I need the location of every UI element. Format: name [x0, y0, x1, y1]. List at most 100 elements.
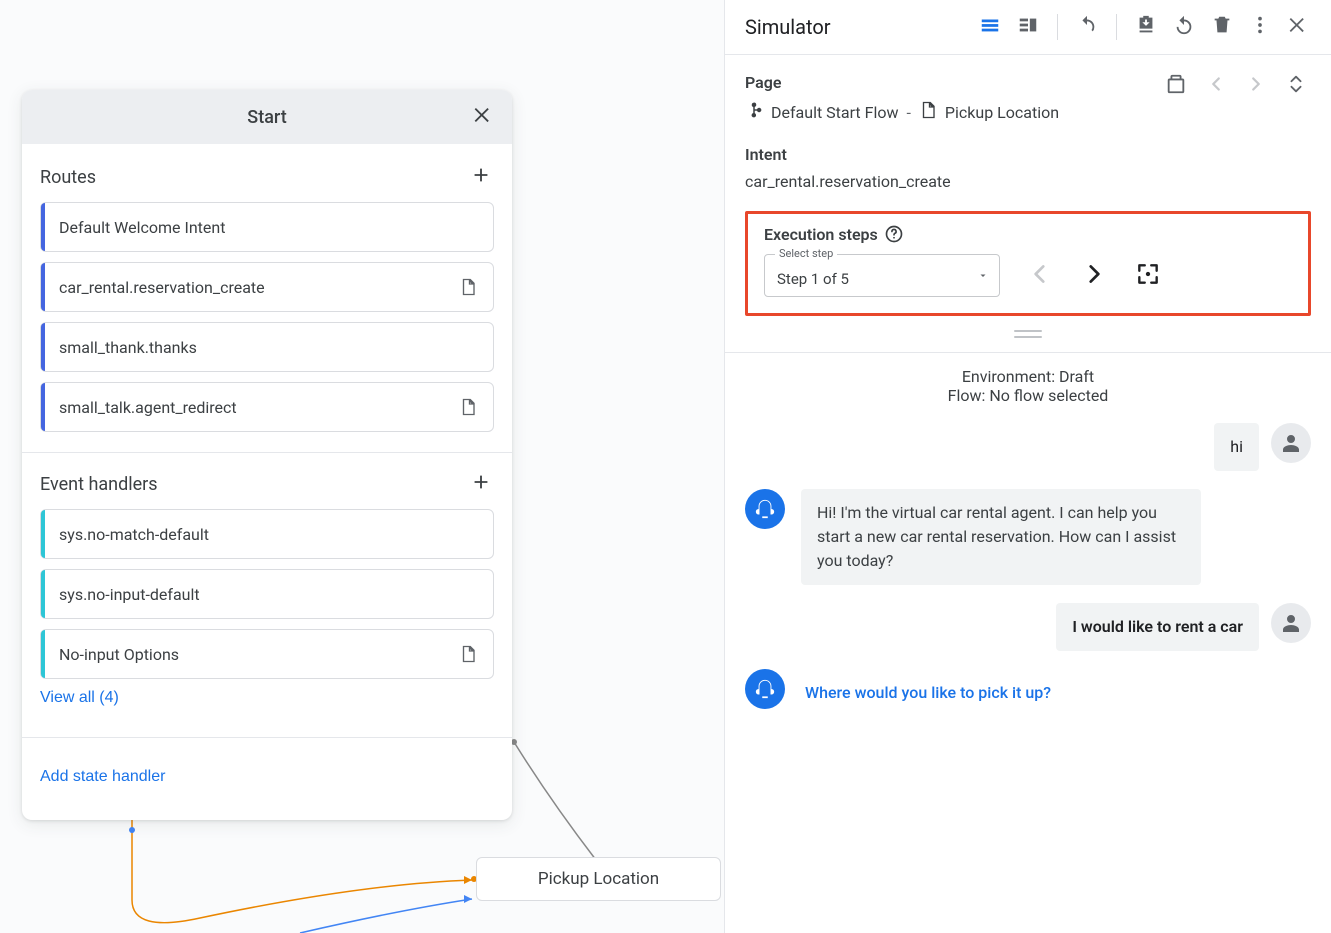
start-node-header: Start [22, 90, 512, 144]
clipboard-icon [1165, 73, 1187, 99]
section-divider [22, 737, 512, 738]
start-node-title: Start [247, 107, 286, 128]
pickup-location-node[interactable]: Pickup Location [476, 857, 721, 901]
breadcrumb-separator: - [907, 103, 911, 122]
route-label: Default Welcome Intent [59, 218, 479, 237]
route-row[interactable]: small_thank.thanks [40, 322, 494, 372]
page-next-button[interactable] [1241, 71, 1271, 101]
plus-icon [470, 164, 492, 190]
user-message-bubble: I would like to rent a car [1056, 603, 1259, 651]
step-next-button[interactable] [1078, 260, 1110, 292]
chat-message-row: Hi! I'm the virtual car rental agent. I … [745, 489, 1311, 585]
row-stripe [41, 263, 45, 311]
agent-avatar [745, 669, 785, 709]
event-handler-row[interactable]: No-input Options [40, 629, 494, 679]
routes-section-header: Routes [40, 156, 494, 202]
reset-icon [1173, 14, 1195, 40]
route-row[interactable]: Default Welcome Intent [40, 202, 494, 252]
row-stripe [41, 383, 45, 431]
flow-line: Flow: No flow selected [745, 386, 1311, 405]
compact-view-icon [1017, 14, 1039, 40]
chat-message-row: Where would you like to pick it up? [745, 669, 1311, 717]
route-label: small_talk.agent_redirect [59, 398, 449, 417]
page-icon [457, 276, 479, 298]
download-button[interactable] [1129, 10, 1163, 44]
row-stripe [41, 570, 45, 618]
help-icon[interactable] [884, 224, 904, 244]
reset-button[interactable] [1167, 10, 1201, 44]
event-handler-row[interactable]: sys.no-match-default [40, 509, 494, 559]
event-handlers-list: sys.no-match-default sys.no-input-default… [40, 509, 494, 679]
undo-icon [1076, 14, 1098, 40]
more-vert-icon [1249, 14, 1271, 40]
view-all-handlers-button[interactable]: View all (4) [40, 679, 119, 717]
collapse-button[interactable] [1281, 71, 1311, 101]
dense-lines-icon [979, 14, 1001, 40]
breadcrumb-flow: Default Start Flow [771, 103, 899, 122]
simulator-chat: Environment: Draft Flow: No flow selecte… [725, 352, 1331, 933]
flow-canvas[interactable]: Start Routes Default Welc [0, 0, 724, 933]
simulator-panel: Simulator [724, 0, 1331, 933]
select-step-value: Step 1 of 5 [777, 270, 849, 288]
step-focus-button[interactable] [1132, 260, 1164, 292]
trash-icon [1211, 14, 1233, 40]
execution-steps-highlight: Execution steps Select step Step 1 of 5 [745, 211, 1311, 316]
simulator-title: Simulator [745, 15, 831, 39]
route-row[interactable]: small_talk.agent_redirect [40, 382, 494, 432]
user-avatar [1271, 603, 1311, 643]
compact-view-button[interactable] [1011, 10, 1045, 44]
simulator-header: Simulator [725, 0, 1331, 55]
simulator-toolbar [973, 10, 1315, 44]
delete-button[interactable] [1205, 10, 1239, 44]
chevron-left-icon [1205, 73, 1227, 99]
add-event-handler-button[interactable] [468, 471, 494, 497]
chevron-right-icon [1081, 261, 1107, 291]
agent-message-link[interactable]: Where would you like to pick it up? [801, 669, 1067, 717]
collapse-icon [1285, 73, 1307, 99]
add-route-button[interactable] [468, 164, 494, 190]
add-state-handler-button[interactable]: Add state handler [40, 748, 165, 796]
toolbar-separator [1057, 14, 1058, 40]
toolbar-separator [1116, 14, 1117, 40]
section-divider [22, 452, 512, 453]
event-handler-row[interactable]: sys.no-input-default [40, 569, 494, 619]
chevron-right-icon [1245, 73, 1267, 99]
row-stripe [41, 203, 45, 251]
chat-context-info: Environment: Draft Flow: No flow selecte… [745, 367, 1311, 405]
select-step-dropdown[interactable]: Select step Step 1 of 5 [764, 254, 1000, 297]
event-handler-label: No-input Options [59, 645, 449, 664]
event-handlers-label: Event handlers [40, 474, 158, 495]
start-node-card: Start Routes Default Welc [22, 90, 512, 820]
row-stripe [41, 630, 45, 678]
event-handler-label: sys.no-match-default [59, 525, 479, 544]
overflow-menu-button[interactable] [1243, 10, 1277, 44]
clipboard-button[interactable] [1161, 71, 1191, 101]
user-avatar [1271, 423, 1311, 463]
environment-line: Environment: Draft [745, 367, 1311, 386]
close-icon [472, 104, 494, 130]
row-stripe [41, 323, 45, 371]
step-prev-button[interactable] [1024, 260, 1056, 292]
route-row[interactable]: car_rental.reservation_create [40, 262, 494, 312]
user-message-bubble: hi [1214, 423, 1259, 471]
undo-button[interactable] [1070, 10, 1104, 44]
page-prev-button[interactable] [1201, 71, 1231, 101]
pickup-location-node-label: Pickup Location [538, 869, 659, 889]
plus-icon [470, 471, 492, 497]
row-stripe [41, 510, 45, 558]
chat-message-row: I would like to rent a car [745, 603, 1311, 651]
download-icon [1135, 14, 1157, 40]
page-icon [919, 101, 937, 123]
select-step-float-label: Select step [775, 247, 837, 260]
route-label: small_thank.thanks [59, 338, 479, 357]
flow-hub-icon [745, 101, 763, 123]
page-section-label: Page [745, 73, 781, 92]
close-simulator-button[interactable] [1281, 10, 1315, 44]
resize-handle[interactable] [745, 330, 1311, 338]
focus-icon [1135, 261, 1161, 291]
route-label: car_rental.reservation_create [59, 278, 449, 297]
intent-value: car_rental.reservation_create [745, 172, 1311, 191]
routes-label: Routes [40, 167, 96, 188]
close-start-node-button[interactable] [470, 104, 496, 130]
dense-lines-button[interactable] [973, 10, 1007, 44]
